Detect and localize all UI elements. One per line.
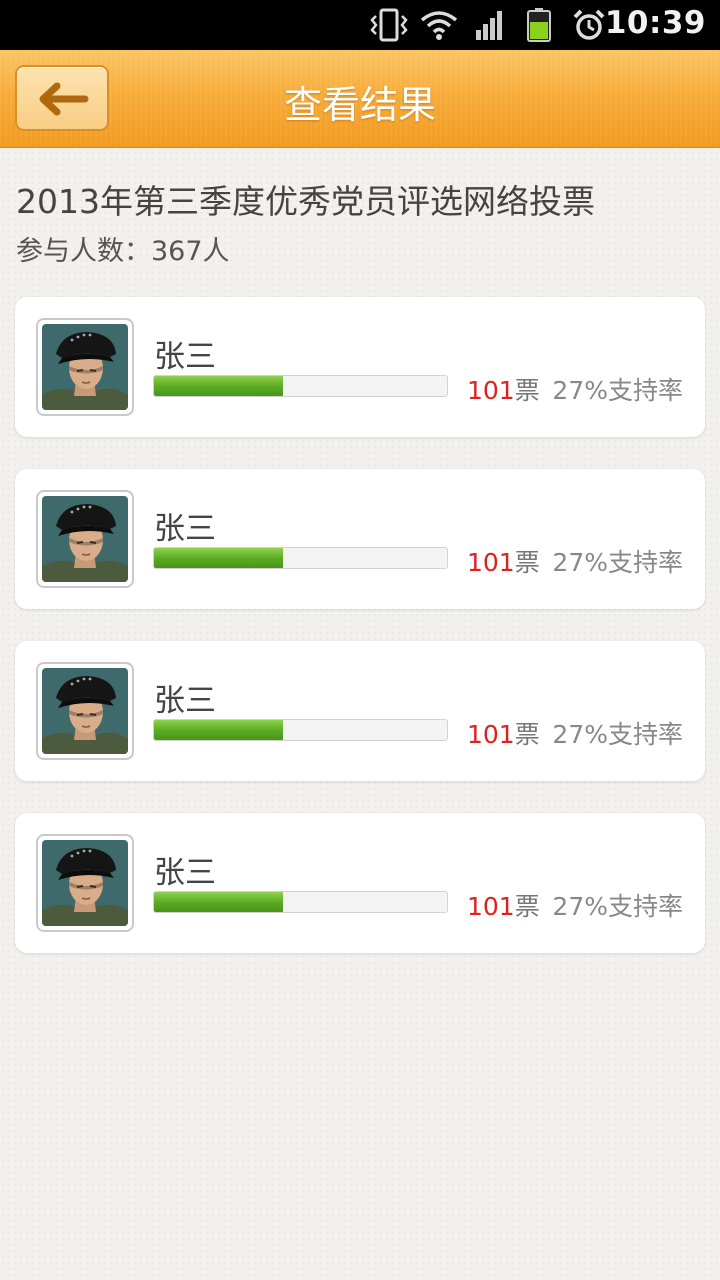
vote-progress-bar [153, 547, 448, 569]
support-rate: 27%支持率 [552, 376, 683, 405]
alarm-icon [572, 8, 606, 46]
vote-unit: 票 [514, 548, 540, 577]
poll-title: 2013年第三季度优秀党员评选网络投票 [16, 182, 595, 221]
candidate-card[interactable]: 张三 101票 27%支持率 [15, 641, 705, 781]
candidate-photo [42, 840, 128, 926]
candidate-name: 张三 [154, 855, 216, 891]
vote-number: 101 [467, 376, 515, 405]
vote-unit: 票 [514, 720, 540, 749]
participant-count: 参与人数：367人 [16, 236, 230, 267]
candidate-name: 张三 [154, 683, 216, 719]
avatar [36, 662, 134, 760]
signal-icon [474, 8, 506, 46]
battery-icon [526, 8, 552, 46]
vibrate-icon [370, 8, 408, 46]
support-rate: 27%支持率 [552, 892, 683, 921]
vote-progress-bar [153, 719, 448, 741]
candidate-card[interactable]: 张三 101票 27%支持率 [15, 469, 705, 609]
vote-count: 101票 [467, 715, 540, 751]
vote-count: 101票 [467, 371, 540, 407]
avatar [36, 490, 134, 588]
vote-progress-fill [154, 892, 283, 912]
candidate-name: 张三 [154, 511, 216, 547]
avatar [36, 318, 134, 416]
vote-progress-bar [153, 375, 448, 397]
vote-count: 101票 [467, 543, 540, 579]
vote-progress-fill [154, 548, 283, 568]
app-header: 查看结果 [0, 50, 720, 148]
avatar [36, 834, 134, 932]
wifi-icon [420, 8, 458, 46]
candidate-card[interactable]: 张三 101票 27%支持率 [15, 297, 705, 437]
support-rate: 27%支持率 [552, 548, 683, 577]
page-title: 查看结果 [283, 83, 436, 127]
vote-number: 101 [467, 720, 515, 749]
vote-number: 101 [467, 548, 515, 577]
vote-unit: 票 [514, 892, 540, 921]
vote-count: 101票 [467, 887, 540, 923]
candidate-card[interactable]: 张三 101票 27%支持率 [15, 813, 705, 953]
candidate-photo [42, 324, 128, 410]
vote-progress-fill [154, 720, 283, 740]
candidate-photo [42, 496, 128, 582]
vote-unit: 票 [514, 376, 540, 405]
vote-number: 101 [467, 892, 515, 921]
vote-progress-bar [153, 891, 448, 913]
candidate-name: 张三 [154, 339, 216, 375]
status-time: 10:39 [604, 5, 706, 41]
support-rate: 27%支持率 [552, 720, 683, 749]
status-bar: 10:39 [0, 0, 720, 50]
candidate-photo [42, 668, 128, 754]
vote-progress-fill [154, 376, 283, 396]
